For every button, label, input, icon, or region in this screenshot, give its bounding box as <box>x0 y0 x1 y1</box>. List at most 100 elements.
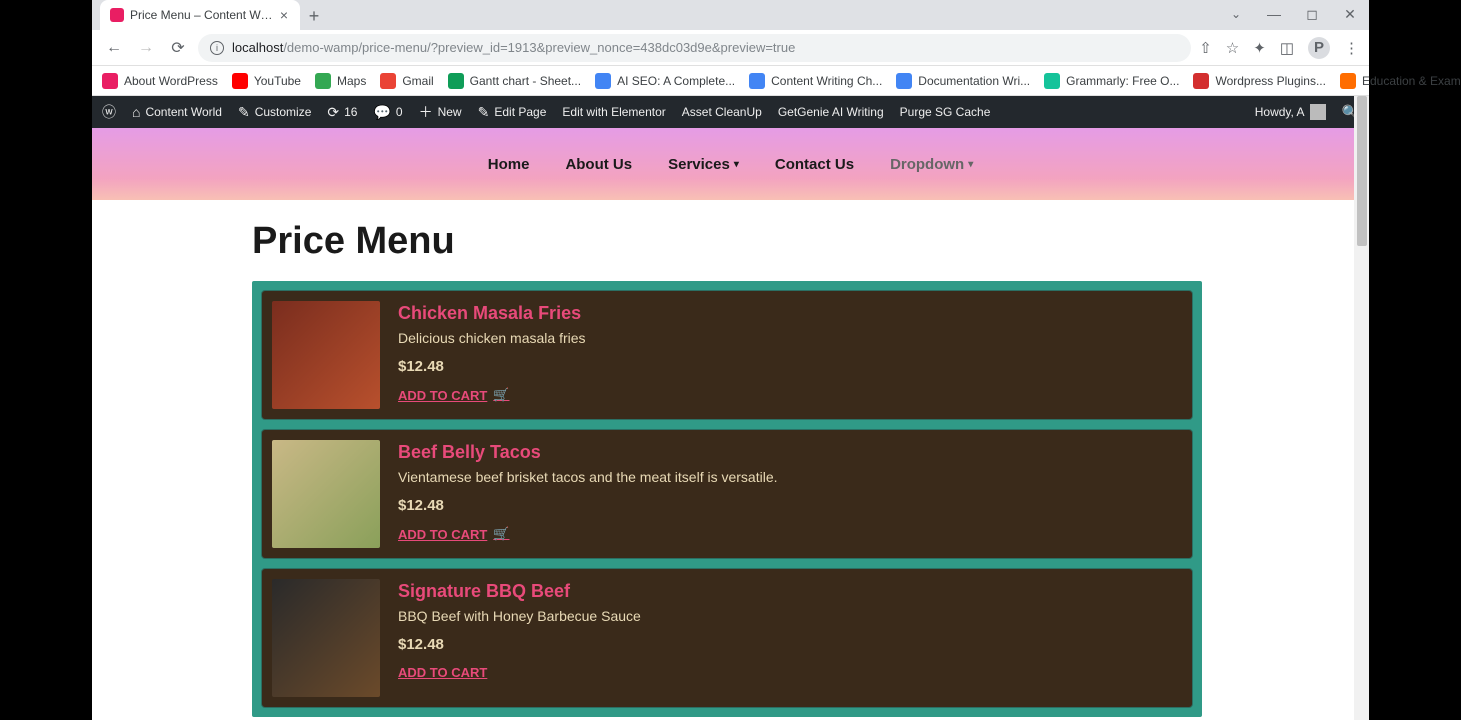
wp-edit-page-label: Edit Page <box>494 105 546 119</box>
site-nav: Home About Us Services▾ Contact Us Dropd… <box>92 128 1369 200</box>
wp-howdy-label: Howdy, A <box>1255 105 1305 119</box>
window-controls: ⌄ — ◻ ✕ <box>1217 0 1369 28</box>
wp-purge-cache[interactable]: Purge SG Cache <box>900 105 991 119</box>
profile-avatar[interactable]: P <box>1308 37 1330 59</box>
wp-asset-label: Asset CleanUp <box>682 105 762 119</box>
scrollbar-track[interactable] <box>1354 96 1369 720</box>
wp-updates-count: 16 <box>344 105 357 119</box>
wp-elementor[interactable]: Edit with Elementor <box>562 105 665 119</box>
url-input[interactable]: i localhost/demo-wamp/price-menu/?previe… <box>198 34 1191 62</box>
bookmark-label: Education & Exams... <box>1362 74 1461 88</box>
cart-icon: 🛒 <box>493 526 509 542</box>
bookmark-item[interactable]: Education & Exams... <box>1340 73 1461 89</box>
menu-item-image <box>272 301 380 409</box>
browser-tab[interactable]: Price Menu – Content World × <box>100 0 300 30</box>
nav-dropdown[interactable]: Dropdown ▾ <box>890 156 973 173</box>
bookmarks-bar: About WordPress YouTube Maps Gmail Gantt cha… <box>92 66 1369 96</box>
wp-user-avatar <box>1310 104 1326 120</box>
bookmark-favicon <box>448 73 464 89</box>
menu-item-title: Signature BBQ Beef <box>398 581 641 602</box>
menu-item-desc: Vientamese beef brisket tacos and the me… <box>398 469 778 485</box>
window-close-icon[interactable]: ✕ <box>1331 0 1369 28</box>
page-viewport: ⓦ ⌂Content World ✎Customize ⟳16 💬0 ＋New … <box>92 96 1369 720</box>
wp-comments[interactable]: 💬0 <box>373 104 402 121</box>
bookmark-favicon <box>232 73 248 89</box>
nav-about[interactable]: About Us <box>565 156 632 173</box>
bookmark-item[interactable]: Wordpress Plugins... <box>1193 73 1326 89</box>
share-icon[interactable]: ⇧ <box>1199 39 1212 57</box>
bookmark-item[interactable]: AI SEO: A Complete... <box>595 73 735 89</box>
site-info-icon[interactable]: i <box>210 41 224 55</box>
bookmark-label: Wordpress Plugins... <box>1215 74 1326 88</box>
bookmark-item[interactable]: Grammarly: Free O... <box>1044 73 1179 89</box>
tab-strip: Price Menu – Content World × + ⌄ — ◻ ✕ <box>92 0 1369 30</box>
bookmark-item[interactable]: Gantt chart - Sheet... <box>448 73 581 89</box>
extensions-icon[interactable]: ✦ <box>1253 39 1266 57</box>
window-minimize-icon[interactable]: — <box>1255 0 1293 28</box>
menu-item-image <box>272 440 380 548</box>
nav-contact[interactable]: Contact Us <box>775 156 854 173</box>
url-host: localhost <box>232 40 283 55</box>
url-path: /demo-wamp/price-menu/?preview_id=1913&p… <box>283 40 795 55</box>
wp-getgenie[interactable]: GetGenie AI Writing <box>778 105 884 119</box>
menu-item: Beef Belly Tacos Vientamese beef brisket… <box>261 429 1193 559</box>
wp-genie-label: GetGenie AI Writing <box>778 105 884 119</box>
add-to-cart-button[interactable]: ADD TO CART 🛒 <box>398 526 778 542</box>
bookmark-label: YouTube <box>254 74 301 88</box>
add-to-cart-button[interactable]: ADD TO CART 🛒 <box>398 387 586 403</box>
menu-dots-icon[interactable]: ⋮ <box>1344 39 1359 57</box>
menu-item: Chicken Masala Fries Delicious chicken m… <box>261 290 1193 420</box>
bookmark-item[interactable]: Content Writing Ch... <box>749 73 882 89</box>
wp-new[interactable]: ＋New <box>419 102 462 122</box>
bookmark-label: Documentation Wri... <box>918 74 1030 88</box>
wp-updates[interactable]: ⟳16 <box>327 104 357 121</box>
bookmark-label: Maps <box>337 74 366 88</box>
bookmark-label: AI SEO: A Complete... <box>617 74 735 88</box>
bookmark-favicon <box>1340 73 1356 89</box>
bookmark-star-icon[interactable]: ☆ <box>1226 39 1239 57</box>
bookmark-item[interactable]: About WordPress <box>102 73 218 89</box>
chevron-down-icon: ▾ <box>734 159 739 170</box>
bookmark-item[interactable]: Maps <box>315 73 366 89</box>
bookmark-favicon <box>595 73 611 89</box>
wp-customize[interactable]: ✎Customize <box>238 104 311 121</box>
window-dropdown-icon[interactable]: ⌄ <box>1217 0 1255 28</box>
wp-asset-cleanup[interactable]: Asset CleanUp <box>682 105 762 119</box>
tab-close-icon[interactable]: × <box>278 7 290 23</box>
add-to-cart-label: ADD TO CART <box>398 388 487 403</box>
wp-site-name[interactable]: ⌂Content World <box>132 104 222 120</box>
bookmark-favicon <box>896 73 912 89</box>
tab-title: Price Menu – Content World <box>130 8 278 22</box>
menu-item-desc: BBQ Beef with Honey Barbecue Sauce <box>398 608 641 624</box>
menu-item-title: Beef Belly Tacos <box>398 442 778 463</box>
bookmark-favicon <box>380 73 396 89</box>
menu-item-price: $12.48 <box>398 636 641 653</box>
wp-howdy[interactable]: Howdy, A <box>1255 104 1326 120</box>
chevron-down-icon: ▾ <box>968 159 973 170</box>
reload-button[interactable]: ⟳ <box>166 36 190 60</box>
nav-home[interactable]: Home <box>488 156 530 173</box>
wp-edit-page[interactable]: ✎Edit Page <box>478 104 547 121</box>
wp-elementor-label: Edit with Elementor <box>562 105 665 119</box>
bookmark-item[interactable]: Documentation Wri... <box>896 73 1030 89</box>
menu-item-title: Chicken Masala Fries <box>398 303 586 324</box>
forward-button[interactable]: → <box>134 36 158 60</box>
wp-purge-label: Purge SG Cache <box>900 105 991 119</box>
add-to-cart-button[interactable]: ADD TO CART <box>398 665 641 680</box>
new-tab-button[interactable]: + <box>300 2 328 30</box>
scrollbar-thumb[interactable] <box>1357 96 1367 246</box>
menu-item-image <box>272 579 380 697</box>
bookmark-favicon <box>102 73 118 89</box>
wp-logo[interactable]: ⓦ <box>102 102 116 122</box>
nav-services[interactable]: Services▾ <box>668 156 739 173</box>
wp-new-label: New <box>438 105 462 119</box>
sidepanel-icon[interactable]: ◫ <box>1280 39 1294 57</box>
menu-item: Signature BBQ Beef BBQ Beef with Honey B… <box>261 568 1193 708</box>
bookmark-item[interactable]: Gmail <box>380 73 433 89</box>
window-maximize-icon[interactable]: ◻ <box>1293 0 1331 28</box>
bookmark-favicon <box>1044 73 1060 89</box>
bookmark-label: Gmail <box>402 74 433 88</box>
back-button[interactable]: ← <box>102 36 126 60</box>
bookmark-item[interactable]: YouTube <box>232 73 301 89</box>
nav-dropdown-label: Dropdown <box>890 156 964 173</box>
